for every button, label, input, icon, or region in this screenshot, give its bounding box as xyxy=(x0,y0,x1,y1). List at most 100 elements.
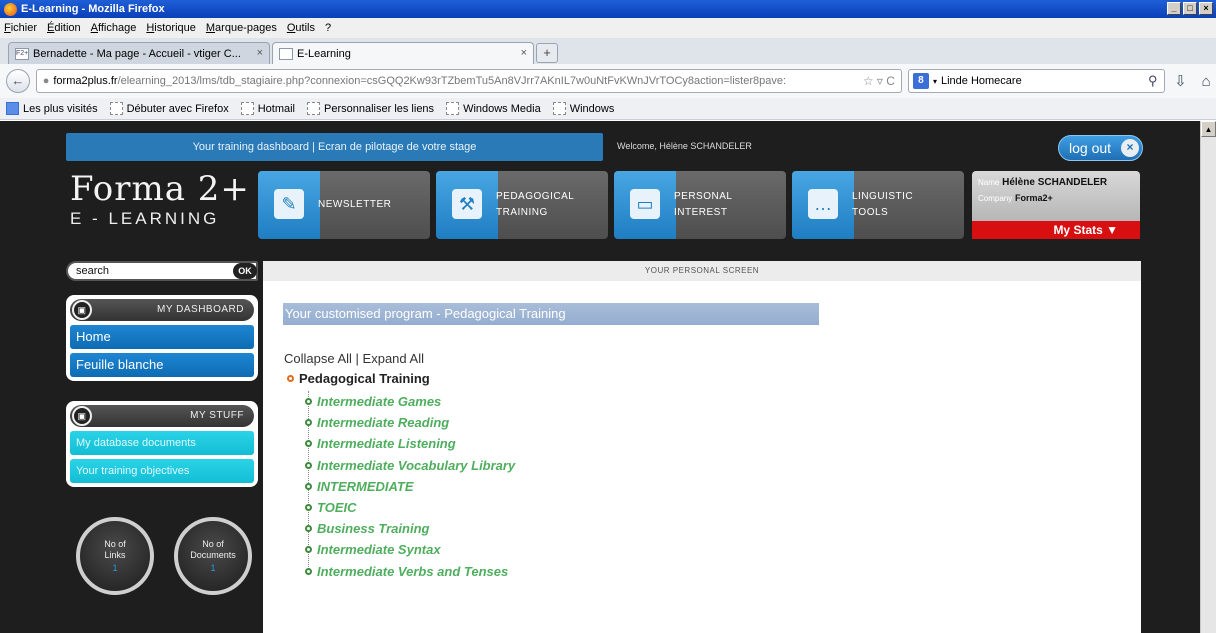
tree-item[interactable]: Intermediate Listening xyxy=(305,433,515,454)
tree-item[interactable]: Intermediate Verbs and Tenses xyxy=(305,561,515,582)
tree-root[interactable]: Pedagogical Training xyxy=(287,371,430,386)
linguistic-icon-box: … xyxy=(792,171,854,239)
user-name: Hélène SCHANDELER xyxy=(1002,177,1108,188)
menu-edition[interactable]: Édition xyxy=(47,22,81,34)
tree-item[interactable]: Intermediate Reading xyxy=(305,412,515,433)
counter-label-line2: Links xyxy=(104,550,126,560)
minimize-button[interactable]: _ xyxy=(1167,2,1181,15)
vertical-scrollbar[interactable]: ▲ xyxy=(1200,121,1216,633)
menu-marque-pages[interactable]: Marque-pages xyxy=(206,22,277,34)
user-company-key: Company xyxy=(978,194,1013,203)
search-engine-icon[interactable]: 8 xyxy=(912,73,929,89)
tab-close-icon[interactable]: × xyxy=(521,47,527,59)
bookmark-icon xyxy=(552,102,566,115)
close-button[interactable]: × xyxy=(1199,2,1213,15)
back-button[interactable]: ← xyxy=(6,69,30,93)
my-stats-button[interactable]: My Stats ▼ xyxy=(972,221,1140,239)
personal-icon-box: ▭ xyxy=(614,171,676,239)
download-icon[interactable]: ⇩ xyxy=(1171,72,1191,90)
bookmark-windows[interactable]: Windows xyxy=(552,102,615,115)
search-bar[interactable]: 8 ▾ Linde Homecare ⚲ xyxy=(907,69,1165,93)
search-engine-dropdown-icon[interactable]: ▾ xyxy=(933,77,937,86)
tree-item[interactable]: INTERMEDIATE xyxy=(305,476,515,497)
tree-item[interactable]: Intermediate Games xyxy=(305,391,515,412)
nav-label-line1: LINGUISTIC xyxy=(852,191,914,202)
tree-item[interactable]: Intermediate Vocabulary Library xyxy=(305,455,515,476)
window-titlebar: E-Learning - Mozilla Firefox _ □ × xyxy=(0,0,1216,18)
tree-bullet-icon xyxy=(287,375,294,382)
newsletter-icon-box: ✎ xyxy=(258,171,320,239)
user-company: Forma2+ xyxy=(1015,193,1053,203)
tree-item-label: Intermediate Listening xyxy=(317,436,456,452)
tree-bullet-icon xyxy=(305,546,312,554)
sidebar-item-training-objectives[interactable]: Your training objectives xyxy=(70,459,254,483)
bookmark-icon xyxy=(307,102,320,115)
links-counter[interactable]: No of Links 1 xyxy=(76,517,154,595)
tree-bullet-icon xyxy=(305,461,312,469)
sidebar-item-database-documents[interactable]: My database documents xyxy=(70,431,254,455)
scroll-up-icon[interactable]: ▲ xyxy=(1201,121,1216,137)
tree-item[interactable]: TOEIC xyxy=(305,497,515,518)
tab-elearning[interactable]: E-Learning × xyxy=(272,42,534,64)
menu-historique[interactable]: Historique xyxy=(146,22,196,34)
maximize-button[interactable]: □ xyxy=(1183,2,1197,15)
firefox-icon xyxy=(4,2,17,16)
tab-favicon: F2+ xyxy=(15,47,29,60)
new-tab-button[interactable]: + xyxy=(536,43,558,63)
home-icon[interactable]: ⌂ xyxy=(1196,73,1216,90)
search-value: Linde Homecare xyxy=(940,75,1022,87)
site-identity-icon[interactable]: ● xyxy=(43,75,50,87)
menu-fichier[interactable]: Fichier xyxy=(4,22,37,34)
nav-newsletter[interactable]: ✎ NEWSLETTER xyxy=(258,171,430,239)
site-search-input[interactable]: search xyxy=(66,261,258,281)
bookmark-windows-media[interactable]: Windows Media xyxy=(446,102,541,115)
menu-affichage[interactable]: Affichage xyxy=(91,22,137,34)
sidebar-item-feuille-blanche[interactable]: Feuille blanche xyxy=(70,353,254,377)
nav-label: NEWSLETTER xyxy=(318,197,391,213)
link-separator: | xyxy=(351,351,363,366)
window-controls: _ □ × xyxy=(1167,2,1213,15)
pedagogical-icon-box: ⚒ xyxy=(436,171,498,239)
tree-bullet-icon xyxy=(305,440,312,448)
newsletter-icon: ✎ xyxy=(274,189,304,219)
bookmark-customize-links[interactable]: Personnaliser les liens xyxy=(307,102,434,115)
search-icon[interactable]: ⚲ xyxy=(1148,73,1158,89)
tab-vtiger[interactable]: F2+ Bernadette - Ma page - Accueil - vti… xyxy=(8,42,270,64)
url-actions-icon[interactable]: ☆ ▿ C xyxy=(858,74,895,88)
nav-label-line1: NEWSLETTER xyxy=(318,199,392,210)
bookmark-label: Personnaliser les liens xyxy=(324,102,435,115)
tree-root-label: Pedagogical Training xyxy=(299,371,430,386)
documents-counter[interactable]: No of Documents 1 xyxy=(174,517,252,595)
nav-linguistic-tools[interactable]: … LINGUISTIC TOOLS xyxy=(792,171,964,239)
tree-item-label: Business Training xyxy=(317,521,430,537)
site-logo[interactable]: Forma 2+ E - LEARNING xyxy=(70,169,250,229)
briefcase-icon: ▣ xyxy=(72,406,92,426)
logout-button[interactable]: log out × xyxy=(1058,135,1143,161)
bookmark-most-visited[interactable]: Les plus visités xyxy=(6,102,98,115)
nav-pedagogical-training[interactable]: ⚒ PEDAGOGICAL TRAINING xyxy=(436,171,608,239)
menubar: Fichier Édition Affichage Historique Mar… xyxy=(0,18,1216,38)
tree-item[interactable]: Intermediate Syntax xyxy=(305,539,515,560)
bookmark-label: Windows Media xyxy=(463,102,541,115)
nav-label-line2: TOOLS xyxy=(852,207,889,218)
menu-help[interactable]: ? xyxy=(325,22,331,34)
menu-outils[interactable]: Outils xyxy=(287,22,315,34)
search-ok-button[interactable]: OK xyxy=(233,263,257,279)
tab-close-icon[interactable]: × xyxy=(257,47,263,59)
bookmarks-toolbar: Les plus visités Débuter avec Firefox Ho… xyxy=(0,98,1216,120)
panel-title: MY DASHBOARD xyxy=(157,304,244,315)
sidebar-item-home[interactable]: Home xyxy=(70,325,254,349)
bookmark-hotmail[interactable]: Hotmail xyxy=(240,102,295,115)
expand-all-link[interactable]: Expand All xyxy=(363,351,424,366)
navigation-bar: ← ● forma2plus.fr/elearning_2013/lms/tdb… xyxy=(0,64,1216,98)
tree-bullet-icon xyxy=(305,482,312,490)
tree-bullet-icon xyxy=(305,567,312,575)
briefcase-icon: ▣ xyxy=(72,300,92,320)
bookmark-getting-started[interactable]: Débuter avec Firefox xyxy=(109,102,229,115)
bookmark-label: Windows xyxy=(569,102,615,115)
tree-item[interactable]: Business Training xyxy=(305,518,515,539)
collapse-all-link[interactable]: Collapse All xyxy=(284,351,352,366)
nav-personal-interest[interactable]: ▭ PERSONAL INTEREST xyxy=(614,171,786,239)
url-bar[interactable]: ● forma2plus.fr/elearning_2013/lms/tdb_s… xyxy=(35,69,902,93)
bookmark-label: Les plus visités xyxy=(23,102,98,115)
